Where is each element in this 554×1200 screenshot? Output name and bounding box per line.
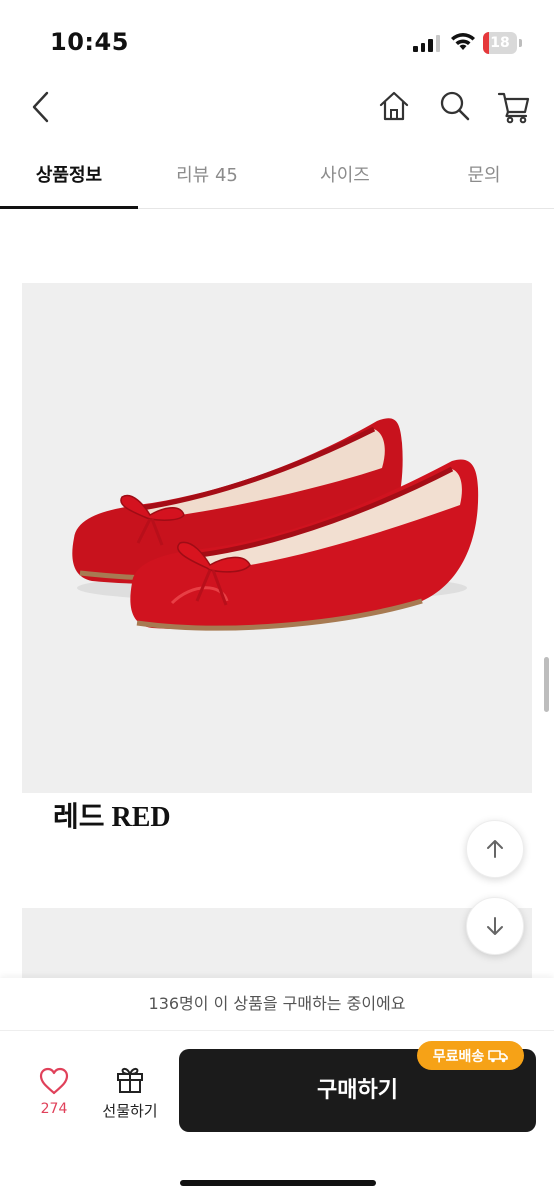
battery-icon: 18 — [483, 32, 523, 54]
cart-icon[interactable] — [497, 90, 531, 124]
battery-percent: 18 — [490, 35, 510, 51]
search-icon[interactable] — [439, 90, 471, 122]
scroll-up-button[interactable] — [466, 820, 524, 878]
scroll-down-button[interactable] — [466, 897, 524, 955]
gift-button-label[interactable]: 선물하기 — [96, 1100, 164, 1121]
like-count: 274 — [40, 1101, 68, 1117]
product-image — [22, 283, 532, 793]
truck-icon — [488, 1049, 509, 1062]
home-icon[interactable] — [378, 90, 410, 122]
home-indicator[interactable] — [180, 1180, 376, 1186]
ballet-flats-illustration — [72, 418, 479, 631]
tab-size[interactable]: 사이즈 — [276, 150, 414, 208]
wifi-icon — [451, 33, 475, 50]
tab-product-info[interactable]: 상품정보 — [0, 150, 138, 208]
gift-icon[interactable] — [114, 1063, 146, 1095]
next-product-image — [22, 908, 532, 988]
arrow-down-icon — [487, 917, 503, 935]
heart-icon[interactable] — [38, 1066, 70, 1096]
arrow-up-icon — [487, 840, 503, 858]
tab-bar: 상품정보 리뷰 45 사이즈 문의 — [0, 150, 554, 209]
tab-inquiry[interactable]: 문의 — [414, 150, 554, 208]
status-time: 10:45 — [50, 28, 129, 56]
cellular-signal-icon — [413, 34, 441, 52]
product-caption: 레드 RED — [53, 802, 171, 833]
active-tab-indicator — [0, 206, 138, 209]
free-shipping-label: 무료배송 — [432, 1048, 485, 1065]
free-shipping-badge: 무료배송 — [417, 1041, 524, 1070]
tab-reviews[interactable]: 리뷰 45 — [138, 150, 276, 208]
chevron-left-icon[interactable] — [28, 90, 54, 124]
buyers-notice: 136명이 이 상품을 구매하는 중이에요 — [0, 978, 554, 1031]
scrollbar[interactable] — [544, 657, 549, 712]
